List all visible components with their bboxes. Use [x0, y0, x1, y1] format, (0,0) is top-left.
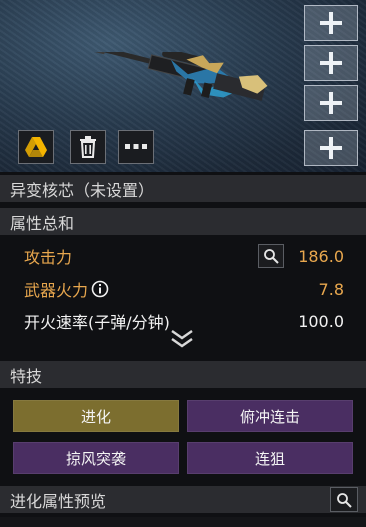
delete-button[interactable]	[70, 130, 106, 164]
skills-title: 特技	[10, 366, 43, 386]
skill-chain-snipe[interactable]: 连狙	[187, 442, 353, 474]
weapon-preview	[0, 0, 366, 172]
attributes-header: 属性总和	[0, 208, 366, 235]
skill-label: 进化	[80, 407, 111, 426]
skill-wind-raid[interactable]: 掠风突袭	[13, 442, 179, 474]
mutation-core-label: 异变核芯（未设置）	[10, 180, 155, 200]
plus-icon	[320, 12, 342, 34]
stat-label: 攻击力	[24, 248, 73, 267]
mutation-core-header[interactable]: 异变核芯（未设置）	[0, 175, 366, 202]
plus-icon	[320, 52, 342, 74]
search-button[interactable]	[258, 244, 285, 268]
skill-evolution[interactable]: 进化	[13, 400, 179, 432]
trash-icon	[80, 136, 96, 158]
evolution-search-button[interactable]	[330, 487, 358, 512]
drive-icon	[25, 137, 47, 157]
evolution-preview-title: 进化属性预览	[10, 491, 107, 511]
more-icon	[125, 144, 147, 149]
attachment-slot-2[interactable]	[304, 45, 358, 81]
plus-icon	[320, 137, 342, 159]
stat-row-firepower: 武器火力 7.8	[0, 276, 366, 302]
skill-label: 连狙	[254, 449, 285, 468]
info-icon[interactable]	[91, 280, 109, 298]
sniper-rifle-image	[93, 52, 268, 101]
skill-label: 掠风突袭	[65, 449, 126, 468]
attributes-title: 属性总和	[10, 213, 75, 233]
more-button[interactable]	[118, 130, 154, 164]
drive-button[interactable]	[18, 130, 54, 164]
attachment-slot-3[interactable]	[304, 85, 358, 121]
stat-value: 7.8	[318, 279, 344, 299]
stat-value: 186.0	[298, 246, 344, 266]
stat-label: 开火速率(子弹/分钟)	[24, 313, 170, 332]
search-icon	[337, 492, 352, 508]
partial-row	[0, 517, 366, 527]
stat-value: 100.0	[298, 311, 344, 331]
evolution-preview-header: 进化属性预览	[0, 486, 366, 513]
skill-label: 俯冲连击	[239, 407, 300, 426]
double-chevron-down-icon	[171, 330, 193, 348]
stat-label: 武器火力	[24, 281, 89, 300]
attachment-slot-4[interactable]	[304, 130, 358, 166]
expand-button[interactable]	[168, 328, 196, 350]
skills-header: 特技	[0, 361, 366, 388]
plus-icon	[320, 92, 342, 114]
stat-row-attack: 攻击力 186.0	[0, 243, 366, 269]
skill-dive-combo[interactable]: 俯冲连击	[187, 400, 353, 432]
attachment-slot-1[interactable]	[304, 5, 358, 41]
search-icon	[264, 249, 279, 264]
